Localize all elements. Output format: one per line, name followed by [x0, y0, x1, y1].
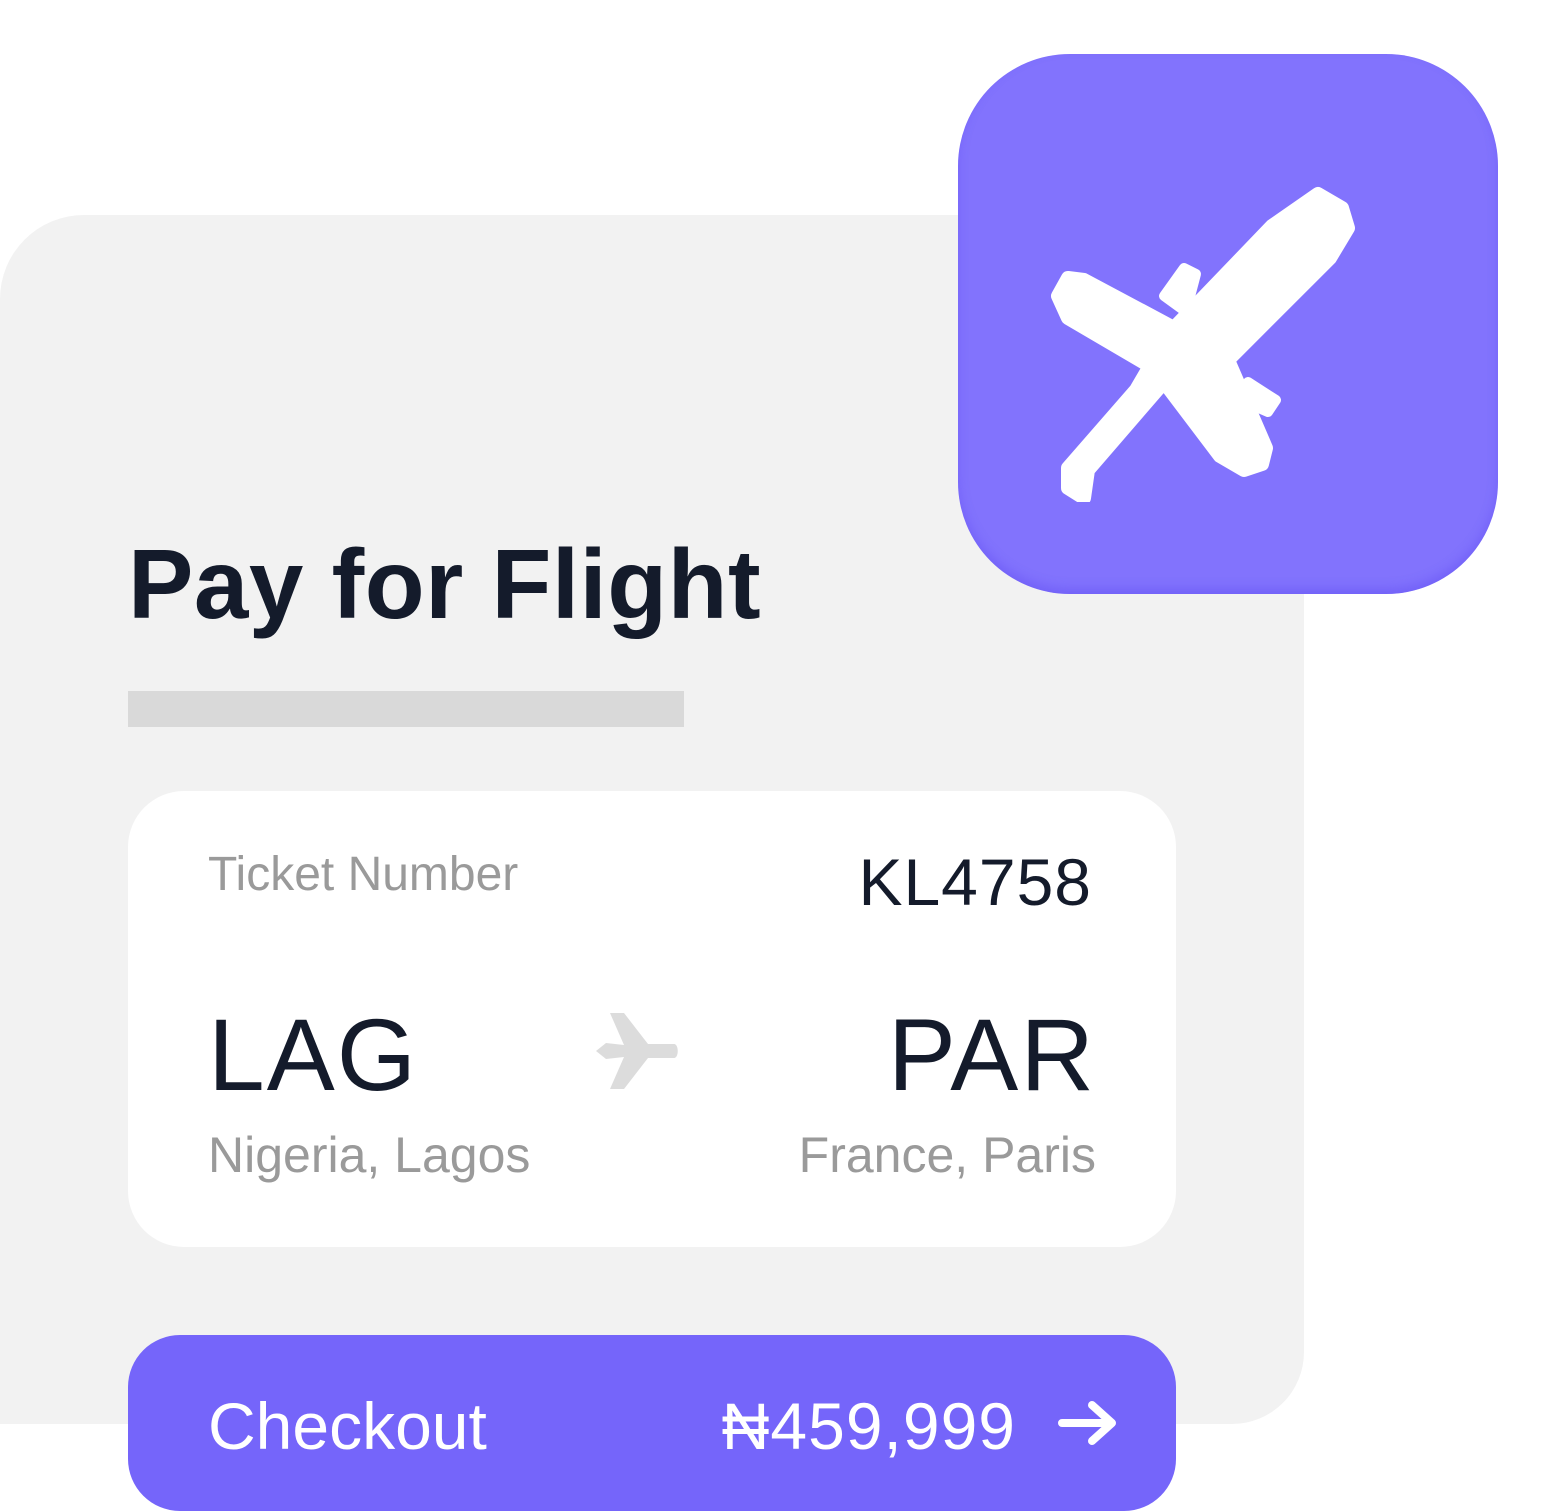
ticket-number-label: Ticket Number [208, 848, 519, 901]
airplane-icon [596, 1013, 678, 1089]
ticket-card: Ticket Number KL4758 LAG PAR Nigeria, La… [128, 791, 1176, 1247]
airplane-icon [1051, 187, 1355, 502]
arrow-right-icon [1058, 1401, 1116, 1445]
destination-city: France, Paris [798, 1127, 1096, 1183]
checkout-label: Checkout [208, 1389, 487, 1463]
ticket-number-value: KL4758 [858, 845, 1092, 919]
checkout-price: ₦459,999 [721, 1389, 1016, 1463]
checkout-button[interactable]: Checkout ₦459,999 [128, 1335, 1176, 1511]
page-title: Pay for Flight [128, 529, 762, 639]
title-underline [128, 691, 684, 727]
origin-city: Nigeria, Lagos [208, 1127, 531, 1183]
origin-code: LAG [208, 998, 419, 1112]
flight-app-icon [958, 54, 1498, 594]
destination-code: PAR [887, 998, 1096, 1112]
